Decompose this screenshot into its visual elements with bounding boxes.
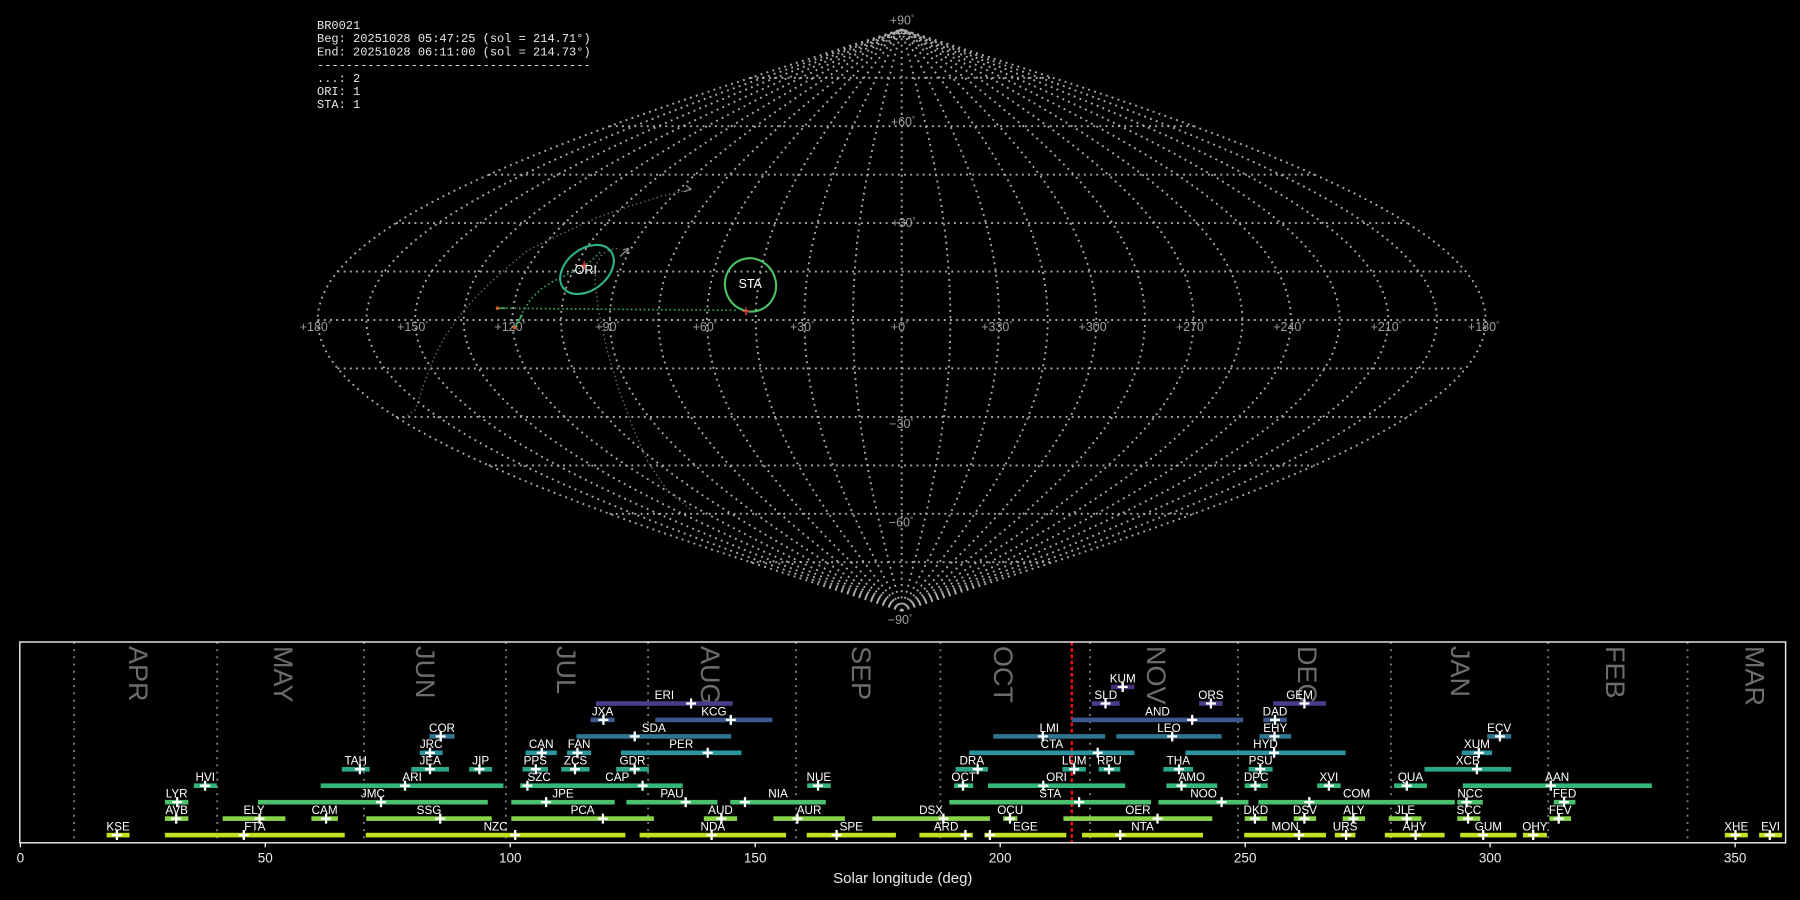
svg-text:FEV: FEV	[1549, 804, 1572, 817]
svg-text:ERI: ERI	[655, 689, 674, 702]
svg-text:GDR: GDR	[620, 755, 646, 768]
svg-text:50: 50	[258, 851, 273, 866]
svg-text:CAP: CAP	[605, 771, 629, 784]
svg-text:COM: COM	[1343, 788, 1370, 801]
svg-text:SEP: SEP	[846, 646, 876, 700]
svg-text:NOO: NOO	[1190, 788, 1217, 801]
svg-text:+210°: +210°	[1371, 320, 1402, 334]
svg-text:OCT: OCT	[988, 646, 1018, 703]
svg-text:QUA: QUA	[1398, 771, 1424, 784]
svg-text:AAN: AAN	[1545, 771, 1569, 784]
svg-text:ARD: ARD	[934, 820, 959, 833]
svg-text:STA: STA	[739, 277, 763, 291]
svg-text:CTA: CTA	[1041, 738, 1064, 751]
svg-text:ORI: ORI	[575, 263, 597, 277]
svg-text:ELY: ELY	[243, 804, 264, 817]
svg-text:SDA: SDA	[642, 722, 666, 735]
svg-text:CAM: CAM	[312, 804, 338, 817]
svg-text:350: 350	[1724, 851, 1747, 866]
svg-text:+180°: +180°	[1468, 320, 1499, 334]
svg-text:JRC: JRC	[420, 738, 443, 751]
svg-text:EGE: EGE	[1013, 820, 1038, 833]
svg-text:FTA: FTA	[244, 820, 265, 833]
svg-text:...: 2: ...: 2	[317, 72, 360, 86]
svg-text:200: 200	[989, 851, 1012, 866]
svg-text:NZC: NZC	[484, 820, 508, 833]
svg-text:PCA: PCA	[571, 804, 595, 817]
svg-text:APR: APR	[123, 646, 153, 702]
svg-text:+240°: +240°	[1273, 320, 1304, 334]
svg-text:KSE: KSE	[106, 820, 130, 833]
svg-text:MAR: MAR	[1740, 646, 1770, 706]
svg-text:SSG: SSG	[417, 804, 442, 817]
svg-text:XUM: XUM	[1464, 738, 1490, 751]
svg-text:+180°: +180°	[300, 320, 331, 334]
svg-text:JIP: JIP	[472, 755, 489, 768]
svg-text:+30°: +30°	[790, 320, 814, 334]
svg-text:AUG: AUG	[695, 646, 725, 705]
svg-text:+0°: +0°	[891, 320, 908, 334]
svg-text:+90°: +90°	[890, 14, 914, 28]
svg-text:TAH: TAH	[344, 755, 367, 768]
svg-text:NCC: NCC	[1457, 788, 1482, 801]
svg-text:−30°: −30°	[889, 417, 913, 431]
svg-text:AUR: AUR	[797, 804, 822, 817]
svg-text:Beg: 20251028 05:47:25 (sol =: Beg: 20251028 05:47:25 (sol = 214.71°)	[317, 32, 591, 46]
svg-text:JAN: JAN	[1445, 646, 1475, 697]
svg-text:NOV: NOV	[1141, 646, 1171, 705]
svg-text:+60°: +60°	[693, 320, 717, 334]
svg-text:End: 20251028 06:11:00 (sol =: End: 20251028 06:11:00 (sol = 214.73°)	[317, 45, 591, 59]
svg-text:100: 100	[499, 851, 522, 866]
svg-text:+30°: +30°	[891, 216, 915, 230]
svg-text:KCG: KCG	[701, 705, 726, 718]
svg-text:PAU: PAU	[660, 788, 683, 801]
svg-text:+330°: +330°	[981, 320, 1012, 334]
svg-text:JUL: JUL	[551, 646, 581, 694]
svg-text:AND: AND	[1145, 705, 1170, 718]
svg-text:−90°: −90°	[888, 613, 912, 627]
svg-text:ORI: ORI	[1046, 771, 1067, 784]
svg-text:300: 300	[1479, 851, 1502, 866]
svg-text:FAN: FAN	[568, 738, 591, 751]
svg-text:250: 250	[1234, 851, 1257, 866]
svg-text:JLE: JLE	[1395, 804, 1415, 817]
svg-text:−60°: −60°	[889, 516, 913, 530]
svg-text:GUM: GUM	[1475, 820, 1502, 833]
svg-text:COR: COR	[429, 722, 455, 735]
svg-text:0: 0	[17, 851, 25, 866]
svg-text:JUN: JUN	[410, 646, 440, 699]
svg-text:OER: OER	[1125, 804, 1150, 817]
svg-text:LEO: LEO	[1157, 722, 1180, 735]
svg-text:NTA: NTA	[1131, 820, 1154, 833]
svg-text:JPE: JPE	[552, 788, 574, 801]
svg-text:GEM: GEM	[1286, 689, 1313, 702]
svg-text:+90°: +90°	[595, 320, 619, 334]
svg-text:PER: PER	[669, 738, 693, 751]
svg-text:DRA: DRA	[959, 755, 984, 768]
svg-text:DSX: DSX	[919, 804, 943, 817]
svg-text:+150°: +150°	[397, 320, 428, 334]
svg-text:BR0021: BR0021	[317, 19, 360, 33]
svg-text:MON: MON	[1271, 820, 1298, 833]
svg-text:Solar longitude (deg): Solar longitude (deg)	[833, 870, 972, 887]
svg-text:------------------------------: --------------------------------------	[317, 59, 591, 73]
svg-text:+60°: +60°	[891, 115, 915, 129]
svg-text:+120°: +120°	[494, 320, 525, 334]
svg-text:FEB: FEB	[1600, 646, 1630, 699]
svg-text:ORI: 1: ORI: 1	[317, 85, 360, 99]
svg-text:OHY: OHY	[1522, 820, 1548, 833]
svg-text:NIA: NIA	[768, 788, 788, 801]
svg-text:SZC: SZC	[528, 771, 551, 784]
svg-text:STA: 1: STA: 1	[317, 98, 360, 112]
svg-text:SPE: SPE	[840, 820, 864, 833]
svg-text:+300°: +300°	[1079, 320, 1110, 334]
svg-text:MAY: MAY	[268, 646, 298, 703]
svg-text:150: 150	[744, 851, 767, 866]
svg-text:+270°: +270°	[1176, 320, 1207, 334]
